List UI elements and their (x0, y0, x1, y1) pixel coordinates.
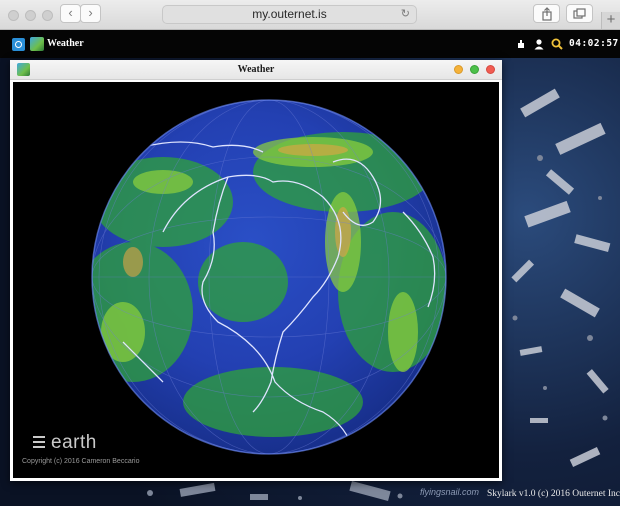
plus-icon: + (606, 11, 616, 28)
maximize-button[interactable] (470, 65, 479, 74)
minimize-window-button[interactable] (25, 10, 36, 21)
new-tab-button[interactable]: + (601, 12, 620, 29)
wallpaper-credit: flyingsnail.com (420, 487, 480, 497)
back-button[interactable]: ‹ (60, 4, 81, 23)
weather-app-icon[interactable] (30, 37, 44, 51)
network-icon[interactable] (515, 38, 527, 50)
share-button[interactable] (533, 4, 560, 23)
skylark-top-bar: Weather 04:02:57 (0, 30, 620, 58)
tabs-icon (573, 8, 586, 19)
user-icon[interactable] (533, 38, 545, 50)
earth-globe[interactable] (13, 82, 499, 478)
weather-window[interactable]: Weather earth Copyright (c) 2016 Cameron… (10, 60, 502, 481)
browser-toolbar: ‹ › my.outernet.is ↻ + (0, 0, 620, 30)
earth-viewport[interactable]: earth Copyright (c) 2016 Cameron Beccari… (13, 82, 499, 478)
search-icon[interactable] (551, 38, 563, 50)
close-window-button[interactable] (8, 10, 19, 21)
minimize-button[interactable] (454, 65, 463, 74)
address-bar[interactable]: my.outernet.is ↻ (162, 5, 417, 24)
clock: 04:02:57 (569, 38, 619, 49)
back-icon: ‹ (68, 5, 73, 20)
launcher-icon[interactable] (12, 38, 25, 51)
active-app-title: Weather (47, 38, 84, 49)
reload-icon[interactable]: ↻ (401, 6, 410, 23)
earth-copyright: Copyright (c) 2016 Cameron Beccario (22, 458, 140, 465)
zoom-window-button[interactable] (42, 10, 53, 21)
window-titlebar[interactable]: Weather (10, 60, 502, 80)
earth-logo-text: earth (51, 432, 97, 453)
url-text: my.outernet.is (252, 7, 327, 21)
skylark-version: Skylark v1.0 (c) 2016 Outernet Inc (487, 489, 620, 499)
share-icon (541, 7, 552, 21)
menu-icon (33, 436, 45, 448)
forward-button[interactable]: › (80, 4, 101, 23)
close-button[interactable] (486, 65, 495, 74)
window-title: Weather (237, 64, 275, 75)
show-tabs-button[interactable] (566, 4, 593, 23)
forward-icon: › (88, 5, 93, 20)
